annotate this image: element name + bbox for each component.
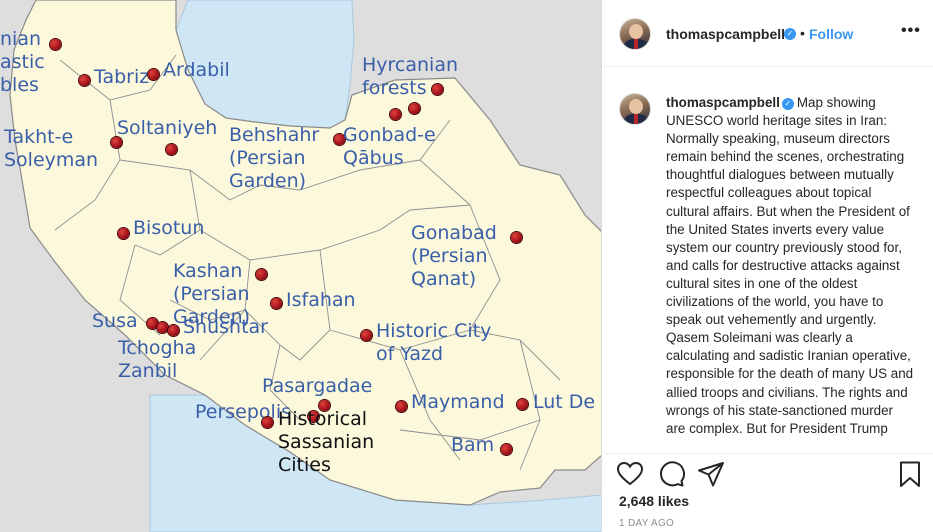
map-label-line: Ardabil	[163, 59, 230, 81]
site-marker-kashan[interactable]	[255, 268, 267, 280]
site-marker-armenian-monastic-ensembles[interactable]	[49, 38, 61, 50]
map-label-line: Lut De	[533, 391, 596, 413]
site-marker-bisotun[interactable]	[117, 227, 129, 239]
map-label-line: Historic City	[376, 320, 492, 342]
map-label-soltaniyeh: Soltaniyeh	[117, 117, 217, 140]
follow-button[interactable]: Follow	[809, 26, 853, 42]
map-label-line: (Persian	[229, 147, 306, 169]
heart-icon[interactable]	[615, 459, 645, 489]
post-timestamp[interactable]: 1 DAY AGO	[619, 518, 674, 529]
map-label-line: Bam	[451, 434, 495, 456]
map-label-line: Tabriz	[94, 66, 150, 88]
site-marker-bam[interactable]	[500, 443, 512, 455]
site-marker-isfahan[interactable]	[270, 297, 282, 309]
site-marker-gonabad[interactable]	[510, 231, 522, 243]
map-label-line: Takht-e	[4, 126, 74, 148]
instagram-post: nian astic bles Tabriz Ardabil Hyrcanian fores…	[0, 0, 933, 532]
map-label-line: Gonabad	[411, 222, 497, 244]
caption-body: Map showing UNESCO world heritage sites …	[666, 95, 914, 436]
map-label-line: astic	[0, 51, 45, 73]
map-label-line: forests	[362, 77, 427, 99]
map-label-line: Tchogha	[118, 337, 197, 359]
site-marker-sassanian[interactable]	[261, 416, 273, 428]
map-label-lut: Lut De	[533, 391, 595, 414]
map-label-line: Zanbil	[118, 360, 178, 382]
site-marker-lut[interactable]	[516, 398, 528, 410]
avatar[interactable]	[619, 18, 651, 50]
site-marker-susa[interactable]	[156, 321, 168, 333]
map-label-line: Shushtar	[183, 316, 268, 338]
map-label-takht-e-soleyman: Takht-e Soleyman	[4, 126, 98, 172]
map-label-shushtar: Shushtar	[183, 316, 268, 339]
site-marker-hyrcanian[interactable]	[408, 102, 420, 114]
site-marker-tabriz[interactable]	[78, 74, 90, 86]
map-label-ardabil: Ardabil	[163, 59, 230, 82]
site-marker-hyrcanian[interactable]	[389, 108, 401, 120]
map-label-sassanian: Historical Sassanian Cities	[278, 408, 374, 477]
map-label-line: Bisotun	[133, 217, 205, 239]
save-icon[interactable]	[895, 459, 925, 489]
map-label-line: Soleyman	[4, 149, 99, 171]
map-label-bisotun: Bisotun	[133, 217, 204, 240]
site-marker-ardabil[interactable]	[147, 68, 159, 80]
map-label-line: Kashan	[173, 260, 243, 282]
map-label-line: Behshahr	[229, 124, 320, 146]
map-label-line: Sassanian	[278, 431, 375, 453]
map-label-line: Pasargadae	[262, 375, 373, 397]
map-label-bam: Bam	[451, 434, 494, 457]
map-label-line: Susa	[92, 310, 138, 332]
map-label-gonabad: Gonabad (Persian Qanat)	[411, 222, 497, 291]
map-label-line: (Persian	[173, 283, 250, 305]
map-label-line: Historical	[278, 408, 367, 430]
post-actions: 2,648 likes 1 DAY AGO	[603, 453, 933, 532]
map-label-line: Maymand	[411, 391, 505, 413]
map-label-line: bles	[0, 74, 39, 96]
map-label-maymand: Maymand	[411, 391, 505, 414]
caption-username-link[interactable]: thomaspcampbell	[666, 95, 780, 110]
site-marker-soltaniyeh[interactable]	[165, 143, 177, 155]
map-label-line: Isfahan	[286, 289, 356, 311]
map-label-line: Qābus	[343, 147, 404, 169]
map-label-armenian-monastic-ensembles: nian astic bles	[0, 28, 45, 97]
map-label-yazd: Historic City of Yazd	[376, 320, 491, 366]
caption-avatar[interactable]	[619, 93, 651, 125]
map-label-behshahr: Behshahr (Persian Garden)	[229, 124, 319, 193]
map-label-isfahan: Isfahan	[286, 289, 356, 312]
caption-area: thomaspcampbell ✓ Map showing UNESCO world…	[603, 68, 933, 453]
caption: thomaspcampbell ✓ Map showing UNESCO world…	[666, 94, 916, 438]
map-label-line: Hyrcanian	[362, 54, 459, 76]
header-username-link[interactable]: thomaspcampbell	[666, 26, 785, 42]
post-header: thomaspcampbell ✓ • Follow •••	[603, 0, 933, 67]
map-label-line: of Yazd	[376, 343, 444, 365]
map-label-susa: Susa	[92, 310, 138, 333]
post-side-panel: thomaspcampbell ✓ • Follow ••• thomaspca…	[603, 0, 933, 532]
site-marker-susa[interactable]	[146, 317, 158, 329]
likes-count[interactable]: 2,648 likes	[619, 493, 689, 509]
verified-badge-icon: ✓	[781, 98, 794, 110]
site-marker-shushtar[interactable]	[167, 324, 179, 336]
more-options-icon[interactable]: •••	[901, 22, 921, 40]
map-label-hyrcanian: Hyrcanian forests	[362, 54, 458, 100]
map-label-line: Persepolis	[195, 401, 292, 423]
header-separator: •	[800, 25, 805, 41]
map-label-tabriz: Tabriz	[94, 66, 149, 89]
map-label-line: Gonbad-e	[343, 124, 436, 146]
map-label-line: (Persian	[411, 245, 488, 267]
map-label-gonbad: Gonbad-e Qābus	[343, 124, 436, 170]
site-marker-maymand[interactable]	[395, 400, 407, 412]
comment-icon[interactable]	[656, 459, 686, 489]
map-label-line: Cities	[278, 454, 331, 476]
post-image-map[interactable]: nian astic bles Tabriz Ardabil Hyrcanian fores…	[0, 0, 602, 532]
map-label-line: Soltaniyeh	[117, 117, 218, 139]
map-label-pasargadae: Pasargadae	[262, 375, 372, 398]
share-icon[interactable]	[696, 459, 726, 489]
map-label-line: nian	[0, 28, 42, 50]
map-label-persepolis: Persepolis	[195, 401, 291, 424]
map-label-line: Qanat)	[411, 268, 477, 290]
verified-badge-icon: ✓	[784, 28, 796, 40]
site-marker-yazd[interactable]	[360, 329, 372, 341]
map-label-line: Garden)	[229, 170, 307, 192]
map-label-tchogha-zanbil: Tchogha Zanbil	[118, 337, 196, 383]
